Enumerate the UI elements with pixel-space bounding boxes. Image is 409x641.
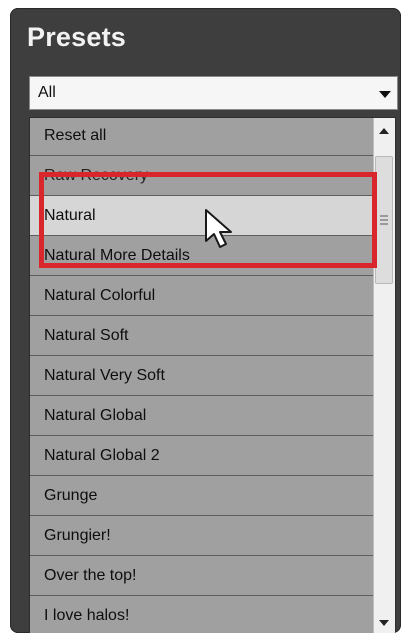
preset-item-grunge[interactable]: Grunge <box>30 476 375 516</box>
preset-item-natural-soft[interactable]: Natural Soft <box>30 316 375 356</box>
preset-item-over-the-top[interactable]: Over the top! <box>30 556 375 596</box>
preset-item-natural-very-soft[interactable]: Natural Very Soft <box>30 356 375 396</box>
scrollbar-grip-icon <box>380 215 388 217</box>
scroll-down-arrow-icon[interactable] <box>379 620 389 626</box>
preset-item-reset-all[interactable]: Reset all <box>30 118 375 156</box>
scroll-up-arrow-icon[interactable] <box>379 128 389 134</box>
scrollbar-thumb[interactable] <box>375 156 393 284</box>
preset-filter-dropdown[interactable]: All <box>29 76 398 110</box>
preset-item-grungier[interactable]: Grungier! <box>30 516 375 556</box>
preset-item-natural-colorful[interactable]: Natural Colorful <box>30 276 375 316</box>
preset-item-i-love-halos[interactable]: I love halos! <box>30 596 375 633</box>
preset-item-natural-global[interactable]: Natural Global <box>30 396 375 436</box>
preset-item-natural-global-2[interactable]: Natural Global 2 <box>30 436 375 476</box>
chevron-down-icon[interactable] <box>379 91 391 98</box>
panel-title: Presets <box>27 22 126 52</box>
presets-panel: Presets All Reset all Raw Recovery Natur… <box>10 8 401 633</box>
mouse-pointer-icon <box>205 209 232 248</box>
dropdown-selected-value: All <box>38 84 56 101</box>
